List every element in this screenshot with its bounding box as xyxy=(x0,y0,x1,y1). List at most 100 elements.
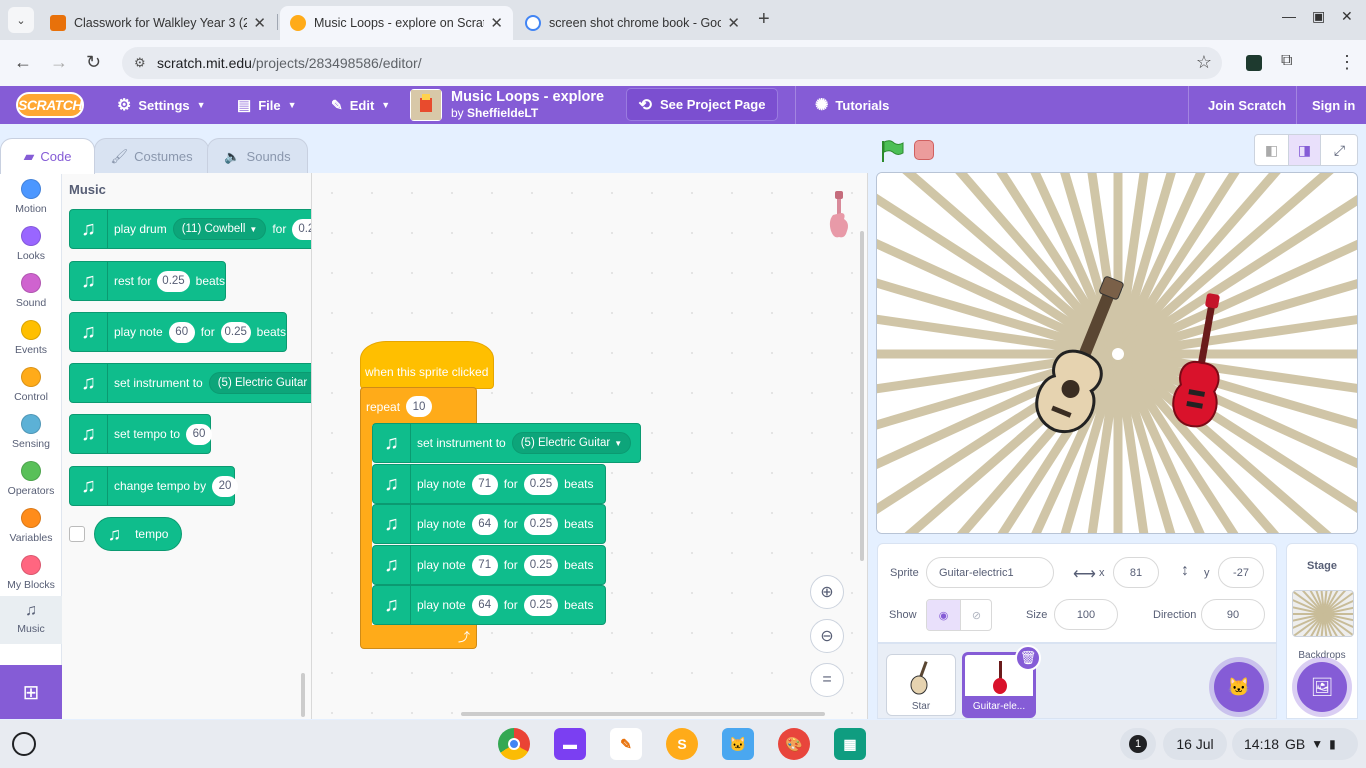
rest-beats-input[interactable]: 0.25 xyxy=(157,270,190,292)
repeat-block[interactable]: repeat 10 xyxy=(360,387,477,425)
note-input[interactable]: 60 xyxy=(168,321,195,343)
category-music[interactable]: ♫ Music xyxy=(0,596,62,644)
browser-menu-icon[interactable]: ⋮ xyxy=(1338,52,1356,73)
fullscreen-icon[interactable]: ⤢ xyxy=(1323,135,1356,165)
reload-icon[interactable]: ↻ xyxy=(86,52,101,73)
canvas-app-icon[interactable]: ✎ xyxy=(610,728,642,760)
note-input[interactable]: 71 xyxy=(471,554,498,576)
tab-sounds[interactable]: 🔈 Sounds xyxy=(207,138,308,174)
edit-menu[interactable]: ✎ Edit ▼ xyxy=(331,86,390,124)
paint-app-icon[interactable]: 🎨 xyxy=(778,728,810,760)
new-tab-icon[interactable]: + xyxy=(758,8,770,31)
guitar-electric-sprite[interactable] xyxy=(1167,293,1237,433)
extensions-puzzle-icon[interactable]: ⧉ xyxy=(1281,52,1292,70)
close-tab-icon[interactable]: ✕ xyxy=(253,14,266,32)
script-area[interactable]: when this sprite clicked repeat 10 ⤴ ♫ s… xyxy=(312,173,868,719)
delete-sprite-button[interactable]: 🗑 xyxy=(1015,645,1041,671)
eye-hidden-icon[interactable]: ⊘ xyxy=(960,600,991,630)
tempo-monitor-checkbox[interactable] xyxy=(69,526,85,542)
change-tempo-input[interactable]: 20 xyxy=(212,475,239,497)
settings-menu[interactable]: ⚙ Settings ▼ xyxy=(117,86,206,124)
script-play-note-block[interactable]: ♫ play note 71 for 0.25 beats xyxy=(372,464,606,504)
browser-tab-classwork[interactable]: Classwork for Walkley Year 3 (2 ✕ xyxy=(40,6,276,40)
scratchjr-app-icon[interactable]: 🐱 xyxy=(722,728,754,760)
beats-input[interactable]: 0.25 xyxy=(523,513,559,535)
category-variables[interactable]: Variables xyxy=(0,502,62,549)
set-instrument-block[interactable]: ♫ set instrument to (5) Electric Guitar▼ xyxy=(69,363,311,403)
add-extension-button[interactable]: ⊞ xyxy=(0,665,62,719)
bookmark-star-icon[interactable]: ☆ xyxy=(1196,52,1212,73)
script-vertical-scrollbar[interactable] xyxy=(860,231,864,561)
extension-icon[interactable] xyxy=(1246,55,1262,71)
when-sprite-clicked-hat-block[interactable]: when this sprite clicked xyxy=(360,341,494,389)
category-events[interactable]: Events xyxy=(0,314,62,361)
x-input[interactable]: 81 xyxy=(1113,557,1159,588)
category-sensing[interactable]: Sensing xyxy=(0,408,62,455)
forward-icon[interactable]: → xyxy=(50,52,68,73)
classroom-app-icon[interactable]: ▦ xyxy=(834,728,866,760)
script-play-note-block[interactable]: ♫ play note 71 for 0.25 beats xyxy=(372,545,606,585)
beats-input[interactable]: 0.25 xyxy=(523,473,559,495)
drum-beats-input[interactable]: 0.25 xyxy=(292,218,311,240)
minimize-icon[interactable]: — xyxy=(1282,8,1296,24)
set-tempo-block[interactable]: ♫ set tempo to 60 xyxy=(69,414,213,454)
play-drum-block[interactable]: ♫ play drum (11) Cowbell▼ for 0.25 xyxy=(69,209,311,249)
browser-tab-scratch[interactable]: Music Loops - explore on Scrat ✕ xyxy=(280,6,513,40)
tempo-input[interactable]: 60 xyxy=(186,423,213,445)
notification-badge[interactable]: 1 xyxy=(1120,728,1156,760)
change-tempo-block[interactable]: ♫ change tempo by 20 xyxy=(69,466,239,506)
palette-scrollbar[interactable] xyxy=(301,673,305,717)
category-my-blocks[interactable]: My Blocks xyxy=(0,549,62,596)
address-bar[interactable]: ⚙ scratch.mit.edu/projects/283498586/edi… xyxy=(122,47,1222,79)
direction-input[interactable]: 90 xyxy=(1201,599,1265,630)
see-project-page-button[interactable]: ⟲ See Project Page xyxy=(626,88,778,121)
category-operators[interactable]: Operators xyxy=(0,455,62,502)
sprite-name-input[interactable]: Guitar-electric1 xyxy=(926,557,1054,588)
category-sound[interactable]: Sound xyxy=(0,267,62,314)
note-input[interactable]: 64 xyxy=(471,594,498,616)
project-title[interactable]: Music Loops - explore xyxy=(451,89,604,105)
scratch-logo[interactable]: SCRATCH xyxy=(16,92,84,118)
note-input[interactable]: 71 xyxy=(471,473,498,495)
tempo-reporter-block[interactable]: ♫ tempo xyxy=(94,517,182,551)
tab-code[interactable]: ▰ Code xyxy=(0,138,95,174)
screencast-app-icon[interactable]: ▬ xyxy=(554,728,586,760)
play-note-block[interactable]: ♫ play note 60 for 0.25 beats xyxy=(69,312,287,352)
sprite-card-star[interactable]: Star xyxy=(886,654,956,716)
choose-sprite-button[interactable]: 🐱 xyxy=(1214,662,1264,712)
restore-icon[interactable]: ▣ xyxy=(1312,8,1325,25)
script-set-instrument-block[interactable]: ♫ set instrument to (5) Electric Guitar ▼ xyxy=(372,423,641,463)
close-tab-icon[interactable]: ✕ xyxy=(490,14,503,32)
repeat-count-input[interactable]: 10 xyxy=(406,396,433,417)
eye-icon[interactable]: ◉ xyxy=(927,600,960,630)
join-scratch-link[interactable]: Join Scratch xyxy=(1208,86,1286,124)
small-stage-button[interactable]: ◧ xyxy=(1255,135,1288,165)
beats-input[interactable]: 0.25 xyxy=(523,594,559,616)
file-menu[interactable]: ▤ File ▼ xyxy=(237,86,297,124)
script-play-note-block[interactable]: ♫ play note 64 for 0.25 beats xyxy=(372,585,606,625)
star-sprite-guitar[interactable] xyxy=(1027,273,1137,443)
scratch-app-icon[interactable]: S xyxy=(666,728,698,760)
tutorials-button[interactable]: ✺ Tutorials xyxy=(815,86,889,124)
sign-in-link[interactable]: Sign in xyxy=(1312,86,1355,124)
system-tray[interactable]: 14:18 GB ▼ ▮ xyxy=(1232,728,1358,760)
category-motion[interactable]: Motion xyxy=(0,173,62,220)
normal-stage-button[interactable]: ◨ xyxy=(1288,135,1321,165)
stage-canvas[interactable] xyxy=(876,172,1358,534)
browser-tab-google[interactable]: screen shot chrome book - Goo ✕ xyxy=(515,6,750,40)
instrument-dropdown[interactable]: (5) Electric Guitar▼ xyxy=(208,372,311,394)
note-input[interactable]: 64 xyxy=(471,513,498,535)
instrument-dropdown[interactable]: (5) Electric Guitar▼ xyxy=(511,432,632,454)
script-horizontal-scrollbar[interactable] xyxy=(461,712,825,716)
tab-costumes[interactable]: 🖌 Costumes xyxy=(94,138,209,174)
launcher-icon[interactable] xyxy=(12,732,36,756)
tab-search-button[interactable]: ⌄ xyxy=(8,7,34,33)
close-tab-icon[interactable]: ✕ xyxy=(727,14,740,32)
stop-sign-icon[interactable] xyxy=(914,140,934,160)
category-control[interactable]: Control xyxy=(0,361,62,408)
rest-block[interactable]: ♫ rest for 0.25 beats xyxy=(69,261,226,301)
zoom-in-button[interactable]: ⊕ xyxy=(810,575,844,609)
site-info-icon[interactable]: ⚙ xyxy=(134,55,146,71)
beats-input[interactable]: 0.25 xyxy=(523,554,559,576)
script-play-note-block[interactable]: ♫ play note 64 for 0.25 beats xyxy=(372,504,606,544)
